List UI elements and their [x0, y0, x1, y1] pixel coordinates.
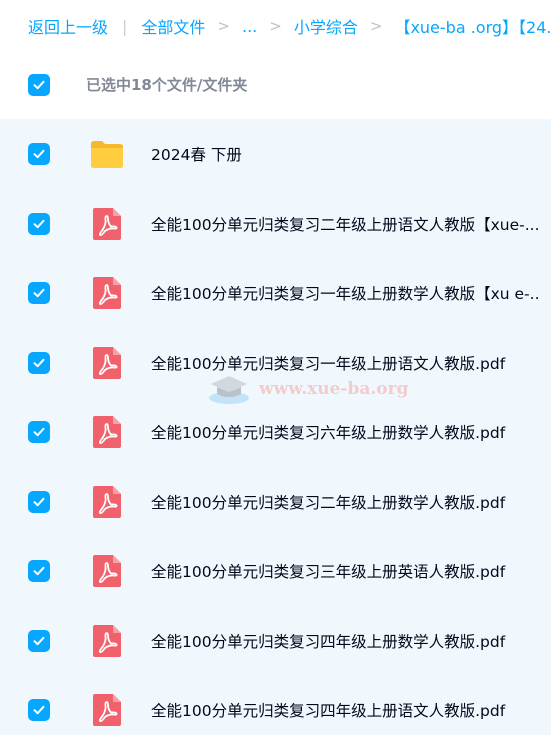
file-name: 全能100分单元归类复习一年级上册数学人教版【xu e-... [151, 285, 541, 303]
pdf-icon [89, 692, 125, 728]
row-checkbox[interactable] [28, 212, 50, 235]
file-row[interactable]: 全能100分单元归类复习四年级上册数学人教版.pdf [0, 606, 551, 676]
pdf-icon [89, 275, 125, 311]
check-icon [33, 566, 45, 576]
select-all-checkbox[interactable] [28, 74, 50, 96]
file-name: 全能100分单元归类复习二年级上册数学人教版.pdf [151, 493, 506, 512]
check-icon [33, 497, 45, 506]
check-icon [33, 219, 45, 228]
row-checkbox[interactable] [28, 490, 50, 513]
file-name: 2024春 下册 [151, 146, 242, 164]
divider: | [122, 16, 128, 36]
check-icon [33, 358, 45, 367]
chevron-right-icon: > [269, 17, 282, 35]
row-checkbox[interactable] [28, 699, 50, 721]
pdf-icon [89, 206, 125, 242]
file-name: 全能100分单元归类复习四年级上册数学人教版.pdf [151, 632, 506, 651]
pdf-icon [89, 345, 125, 381]
file-row[interactable]: 全能100分单元归类复习一年级上册语文人教版.pdf [0, 328, 551, 398]
file-name: 全能100分单元归类复习一年级上册语文人教版.pdf [151, 354, 506, 373]
check-icon [33, 636, 45, 645]
breadcrumb-ellipsis[interactable]: ... [242, 17, 257, 36]
file-name: 全能100分单元归类复习四年级上册语文人教版.pdf [151, 702, 506, 720]
breadcrumb: 返回上一级 | 全部文件 > ... > 小学综合 > 【xue-ba .org… [0, 0, 551, 52]
folder-icon [89, 136, 125, 172]
row-checkbox[interactable] [28, 560, 50, 582]
pdf-icon [89, 553, 125, 589]
pdf-icon [89, 484, 125, 520]
row-checkbox[interactable] [28, 282, 50, 304]
row-checkbox[interactable] [28, 143, 50, 165]
row-checkbox[interactable] [28, 351, 50, 374]
row-checkbox[interactable] [28, 629, 50, 652]
back-link[interactable]: 返回上一级 [28, 14, 108, 38]
pdf-icon [89, 414, 125, 450]
folder-row[interactable]: 2024春 下册 [0, 119, 551, 189]
file-row[interactable]: 全能100分单元归类复习二年级上册数学人教版.pdf [0, 467, 551, 537]
file-name: 全能100分单元归类复习三年级上册英语人教版.pdf [151, 563, 506, 581]
file-list: 2024春 下册全能100分单元归类复习二年级上册语文人教版【xue-... 全能… [0, 119, 551, 735]
pdf-icon [89, 623, 125, 659]
selection-header: 已选中18个文件/文件夹 [0, 52, 551, 119]
all-files-link[interactable]: 全部文件 [141, 14, 205, 38]
breadcrumb-current[interactable]: 【xue-ba .org】【24... [394, 14, 551, 38]
file-row[interactable]: 全能100分单元归类复习六年级上册数学人教版.pdf [0, 397, 551, 467]
file-name: 全能100分单元归类复习六年级上册数学人教版.pdf [151, 424, 506, 442]
check-icon [33, 149, 45, 159]
row-checkbox[interactable] [28, 421, 50, 443]
file-row[interactable]: 全能100分单元归类复习三年级上册英语人教版.pdf [0, 536, 551, 606]
check-icon [33, 705, 45, 715]
file-row[interactable]: 全能100分单元归类复习四年级上册语文人教版.pdf [0, 675, 551, 735]
chevron-right-icon: > [369, 17, 383, 35]
check-icon [33, 427, 45, 437]
file-name: 全能100分单元归类复习二年级上册语文人教版【xue-... [151, 215, 540, 234]
file-row[interactable]: 全能100分单元归类复习一年级上册数学人教版【xu e-... [0, 258, 551, 328]
check-icon [33, 288, 45, 298]
breadcrumb-folder-link[interactable]: 小学综合 [294, 14, 358, 38]
check-icon [33, 80, 45, 90]
file-row[interactable]: 全能100分单元归类复习二年级上册语文人教版【xue-... [0, 189, 551, 259]
selection-count-label: 已选中18个文件/文件夹 [86, 76, 248, 94]
chevron-right-icon: > [217, 17, 230, 35]
